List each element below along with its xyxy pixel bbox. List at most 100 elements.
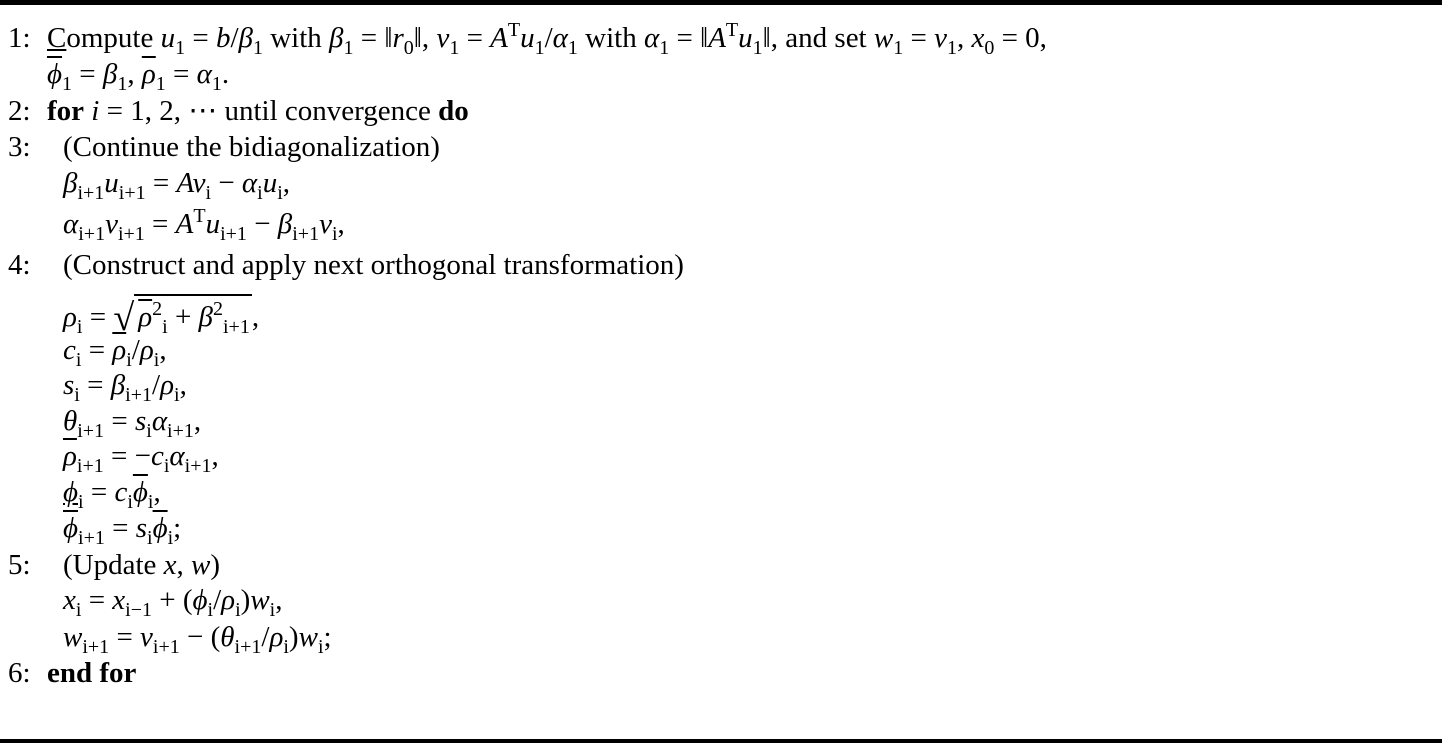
math-token: , xyxy=(211,440,219,472)
math-token: = ‖ xyxy=(669,22,709,54)
line-content: ρi = √ ρ2i + β2i+1, xyxy=(63,294,260,337)
bottom-rule xyxy=(0,739,1442,743)
math-token: α xyxy=(169,440,185,472)
math-token: 1 xyxy=(117,73,128,95)
math-token: / xyxy=(230,22,239,54)
math-token: 1 xyxy=(449,37,460,59)
math-token: , xyxy=(153,476,161,508)
math-token: 1 xyxy=(567,37,578,59)
math-token: + xyxy=(167,301,199,333)
math-token: = xyxy=(82,301,114,333)
math-token: i+1 xyxy=(292,223,320,245)
math-token: 0 xyxy=(403,37,414,59)
math-token: θ xyxy=(63,405,78,437)
math-token: 0 xyxy=(984,37,995,59)
math-token: ρ xyxy=(112,334,127,366)
math-token: w xyxy=(250,584,270,616)
math-token: v xyxy=(319,208,332,240)
math-token: c xyxy=(150,440,164,472)
math-token: u xyxy=(104,167,119,199)
math-token: w xyxy=(298,621,318,653)
math-token: 2 xyxy=(213,298,223,320)
math-token: α xyxy=(63,208,79,240)
line-content: si = βi+1/ρi, xyxy=(63,367,187,405)
math-token: β xyxy=(63,167,78,199)
math-token: c xyxy=(114,476,128,508)
math-token: , xyxy=(193,405,202,437)
math-token: end for xyxy=(47,657,137,689)
math-token: θ xyxy=(220,621,235,653)
line-content: αi+1vi+1 = ATui+1 − βi+1vi, xyxy=(63,206,345,245)
math-token: ρ xyxy=(141,58,156,90)
line-number: 2: xyxy=(8,95,31,127)
math-token: = xyxy=(165,58,197,90)
radicand: ρ2i + β2i+1 xyxy=(134,294,252,337)
math-token: x xyxy=(971,22,985,54)
math-token: 1 xyxy=(62,73,73,95)
math-token: = xyxy=(144,208,176,240)
math-token: ϕ xyxy=(152,512,168,544)
math-token: ϕ xyxy=(63,476,79,508)
math-token: ϕ xyxy=(132,476,148,508)
math-token: ρ xyxy=(221,584,236,616)
math-token: i+1 xyxy=(77,182,105,204)
math-token: . xyxy=(221,58,230,90)
math-token: ρ xyxy=(160,369,174,401)
math-token: 1 xyxy=(252,37,263,59)
math-token: T xyxy=(507,19,521,41)
math-token: for xyxy=(47,95,85,127)
math-token: / xyxy=(213,584,222,616)
math-token: w xyxy=(873,22,894,54)
math-token: ) xyxy=(240,584,251,616)
math-token: / xyxy=(152,369,161,401)
math-token: , xyxy=(282,167,291,199)
math-token: = xyxy=(109,621,141,653)
math-token: = xyxy=(903,22,935,54)
line-content: ϕi = ciϕi, xyxy=(63,474,161,512)
math-token: = xyxy=(72,58,103,90)
math-token: α xyxy=(552,22,568,54)
math-token: / xyxy=(131,334,140,366)
top-rule xyxy=(0,0,1442,5)
math-token: α xyxy=(643,22,660,54)
math-token: A xyxy=(175,208,194,240)
square-root: √ ρ2i + β2i+1 xyxy=(113,294,252,337)
math-token: β xyxy=(238,22,253,54)
math-token: + ( xyxy=(152,584,193,616)
math-token: Av xyxy=(176,167,206,199)
math-token: v xyxy=(140,621,153,653)
math-token: ompute xyxy=(66,22,161,54)
line-content: ci = ρi/ρi, xyxy=(63,332,167,370)
line-number: 3: xyxy=(8,131,31,163)
math-token: 1 xyxy=(534,37,545,59)
math-token: v xyxy=(105,208,118,240)
math-token: = xyxy=(81,334,113,366)
math-token: , xyxy=(159,334,167,366)
math-token: = 1, 2, ⋯ until convergence xyxy=(99,95,439,127)
line-number: 5: xyxy=(8,549,31,581)
math-token: C xyxy=(47,22,67,54)
math-token: 1 xyxy=(752,37,763,59)
math-token: A xyxy=(708,22,726,54)
line-number: 1: xyxy=(8,22,31,54)
math-token: β xyxy=(277,208,293,240)
math-token: u xyxy=(262,167,278,199)
line-content: θi+1 = siαi+1, xyxy=(63,403,202,441)
math-token: β xyxy=(110,369,126,401)
math-token: r xyxy=(392,22,404,54)
line-content: xi = xi−1 + (ϕi/ρi)wi, xyxy=(63,582,282,620)
math-token: , xyxy=(251,301,260,333)
line-content: βi+1ui+1 = Avi − αiui, xyxy=(63,165,291,204)
math-token: u xyxy=(205,208,221,240)
math-token: 1 xyxy=(155,73,166,95)
math-token: i+1 xyxy=(234,636,262,658)
math-token: i+1 xyxy=(78,223,106,245)
math-token: = xyxy=(459,22,491,54)
math-token: i+1 xyxy=(152,636,180,658)
math-token: 1 xyxy=(211,73,222,95)
math-token: ; xyxy=(173,512,182,544)
math-token: ) xyxy=(288,621,299,653)
math-token: x xyxy=(112,584,126,616)
math-token: s xyxy=(134,405,147,437)
math-token: with xyxy=(577,22,644,54)
